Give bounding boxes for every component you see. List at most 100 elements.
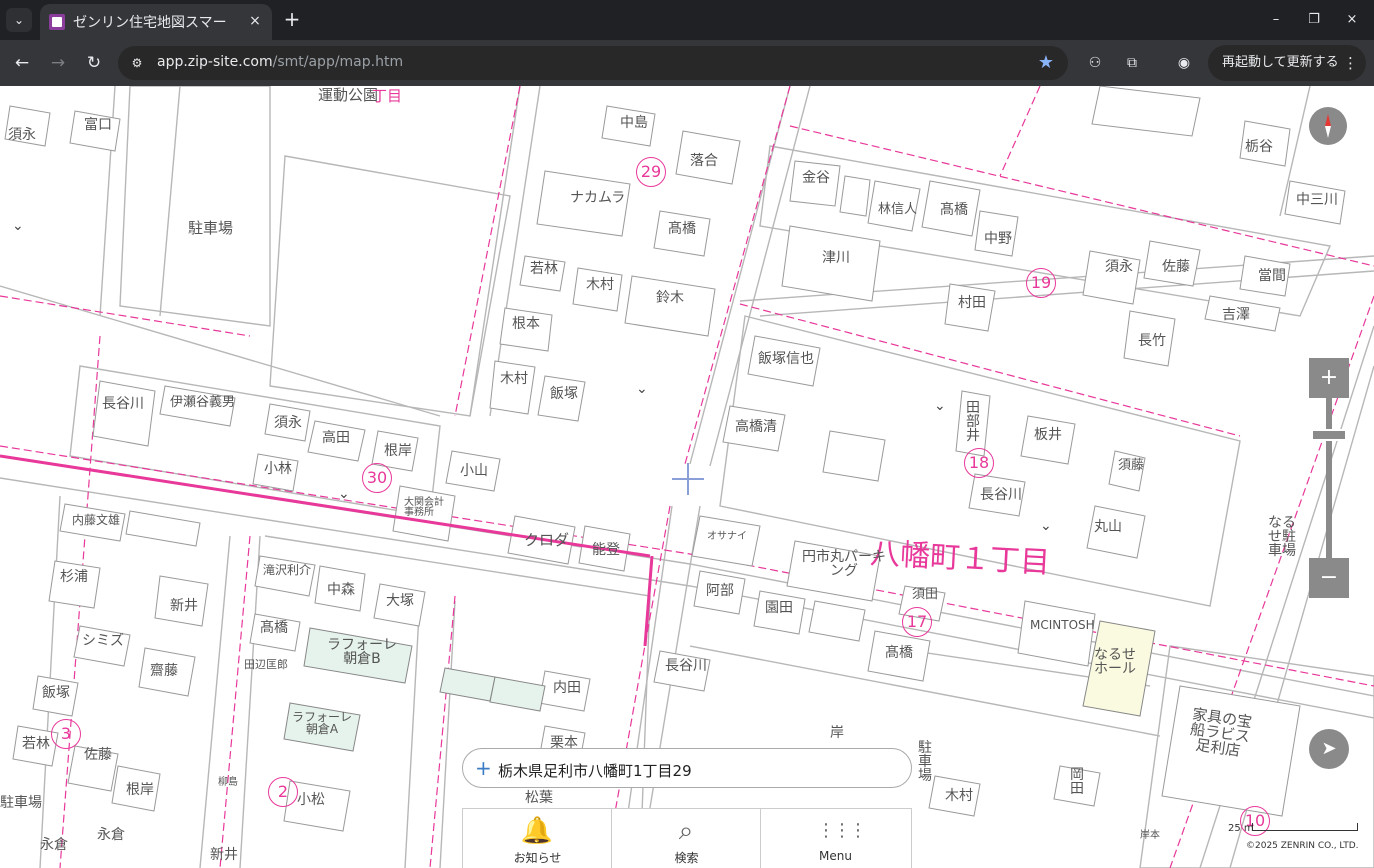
- building-label: 岸: [830, 725, 844, 741]
- building-label: 内田: [553, 680, 581, 696]
- building-label: なるせ駐車場: [1268, 515, 1296, 559]
- map-area-label: 丁目: [372, 87, 403, 105]
- nav-search[interactable]: ⌕ 検索: [612, 809, 761, 868]
- relaunch-button[interactable]: 再起動して更新する ⋮: [1208, 45, 1366, 81]
- nav-menu[interactable]: ⋮⋮⋮ Menu: [761, 809, 910, 868]
- block-number: 17: [902, 607, 932, 637]
- building-label: 能登: [592, 542, 620, 558]
- map-center-crosshair: [672, 463, 704, 495]
- building-label: 根本: [512, 316, 540, 332]
- building-label: 駐車場: [918, 740, 932, 784]
- bookmark-star-icon[interactable]: ★: [1038, 52, 1054, 73]
- copyright-text: ©2025 ZENRIN CO., LTD.: [1246, 841, 1359, 851]
- building-label: 若林: [530, 261, 558, 277]
- nav-notifications[interactable]: 🔔 お知らせ: [463, 809, 612, 868]
- building-label: 木村: [945, 788, 973, 804]
- extension-icon[interactable]: ⚇: [1084, 52, 1106, 74]
- back-button[interactable]: ←: [9, 50, 35, 76]
- building-label: 鈴木: [656, 290, 684, 306]
- building-label: 小山: [460, 463, 488, 479]
- reload-button[interactable]: ↻: [81, 50, 107, 76]
- building-label: 佐藤: [84, 747, 112, 763]
- building-label: 須藤: [1118, 458, 1145, 473]
- scale-bar: [1252, 823, 1358, 831]
- building-label: 駐車場: [188, 219, 234, 237]
- building-label: ラフォーレ朝倉B: [327, 637, 397, 667]
- tab-list-button[interactable]: ⌄: [6, 8, 32, 32]
- navigation-arrow-icon[interactable]: ➤: [1309, 729, 1349, 769]
- browser-tab[interactable]: ゼンリン住宅地図スマー ×: [40, 4, 272, 40]
- building-label: 板井: [1034, 427, 1062, 443]
- building-label: 柳島: [218, 777, 238, 788]
- zoom-slider-track[interactable]: [1326, 398, 1332, 558]
- building-label: 家具の宝船ラビス足利店: [1189, 705, 1254, 760]
- building-label: 林信人: [878, 202, 918, 217]
- building-label: 高橋清: [735, 419, 777, 435]
- plus-icon[interactable]: +: [475, 756, 492, 780]
- building-label: 村田: [958, 295, 986, 311]
- nav-label: お知らせ: [513, 851, 562, 865]
- close-window-button[interactable]: ×: [1339, 8, 1365, 32]
- address-search-bar[interactable]: + 栃木県足利市八幡町1丁目29: [462, 748, 912, 788]
- new-tab-button[interactable]: +: [281, 8, 303, 30]
- puzzle-icon[interactable]: ⧉: [1121, 52, 1143, 74]
- chevron-down-icon[interactable]: ⌄: [338, 486, 350, 502]
- browser-tab-strip: ⌄ ゼンリン住宅地図スマー × + – ❐ ×: [0, 0, 1374, 40]
- building-label: 滝沢利介: [263, 563, 312, 577]
- chevron-down-icon[interactable]: ⌄: [1040, 518, 1052, 534]
- building-label: 丸山: [1094, 519, 1122, 535]
- chevron-down-icon[interactable]: ⌄: [934, 398, 946, 414]
- building-label: 田部井: [966, 400, 980, 444]
- url-path: /smt/app/map.htm: [272, 54, 404, 70]
- block-number: 30: [362, 463, 392, 493]
- favicon-icon: [49, 14, 65, 30]
- building-label: 田辺匡郎: [244, 658, 288, 671]
- building-label: 中森: [327, 582, 355, 598]
- kebab-menu-icon[interactable]: ⋮: [1343, 45, 1358, 81]
- building-label: 須永: [274, 415, 302, 431]
- compass-icon[interactable]: [1309, 107, 1347, 145]
- zoom-in-button[interactable]: +: [1309, 358, 1349, 398]
- building-label: 飯塚: [550, 386, 578, 402]
- building-label: 大塚: [386, 593, 414, 609]
- map-area-label: 運動公園: [318, 86, 379, 104]
- site-info-icon[interactable]: ⚙: [128, 54, 146, 72]
- url-text: app.zip-site.com/smt/app/map.htm: [157, 54, 403, 70]
- chevron-down-icon[interactable]: ⌄: [12, 218, 24, 234]
- chevron-down-icon[interactable]: ⌄: [636, 381, 648, 397]
- zoom-slider-handle[interactable]: [1311, 429, 1347, 441]
- address-bar[interactable]: ⚙ app.zip-site.com/smt/app/map.htm ★: [118, 46, 1068, 80]
- building-label: 園田: [765, 600, 793, 616]
- building-label: オサナイ: [707, 531, 747, 542]
- building-label: 當間: [1258, 268, 1286, 284]
- building-label: 佐藤: [1162, 259, 1190, 275]
- building-label: 小林: [264, 461, 292, 477]
- building-label: 髙橋: [668, 221, 696, 237]
- minimize-button[interactable]: –: [1263, 8, 1289, 32]
- tab-close-button[interactable]: ×: [246, 12, 264, 30]
- building-label: 須田: [912, 587, 939, 602]
- bottom-navigation: 🔔 お知らせ ⌕ 検索 ⋮⋮⋮ Menu: [462, 808, 912, 868]
- building-label: 飯塚信也: [758, 351, 814, 367]
- building-label: 吉澤: [1222, 307, 1250, 323]
- map-canvas[interactable]: 運動公園 丁目 八幡町１丁目 29 30 19 18 17 3 2 10 中島 …: [0, 86, 1374, 868]
- building-label: 富口: [84, 117, 112, 133]
- url-host: app.zip-site.com: [157, 54, 273, 70]
- building-label: 中島: [620, 115, 648, 131]
- grid-icon: ⋮⋮⋮: [817, 820, 867, 841]
- scale-label: 25 m: [1228, 823, 1254, 834]
- building-label: ラフォーレ朝倉A: [292, 710, 353, 736]
- nav-label: Menu: [819, 849, 852, 863]
- profile-icon[interactable]: ◉: [1173, 52, 1195, 74]
- chevron-down-icon: ⌄: [13, 13, 25, 27]
- building-label: 新井: [210, 847, 238, 863]
- building-label: 伊瀬谷義男: [170, 395, 236, 410]
- building-label: 円市丸パーキング: [802, 549, 886, 579]
- building-label: ナカムラ: [570, 190, 626, 206]
- restore-button[interactable]: ❐: [1301, 8, 1327, 32]
- zoom-out-button[interactable]: −: [1309, 558, 1349, 598]
- building-label: 新井: [170, 598, 198, 614]
- building-label: 大関会計事務所: [404, 497, 444, 518]
- building-label: なるせホール: [1094, 647, 1136, 677]
- forward-button[interactable]: →: [45, 50, 71, 76]
